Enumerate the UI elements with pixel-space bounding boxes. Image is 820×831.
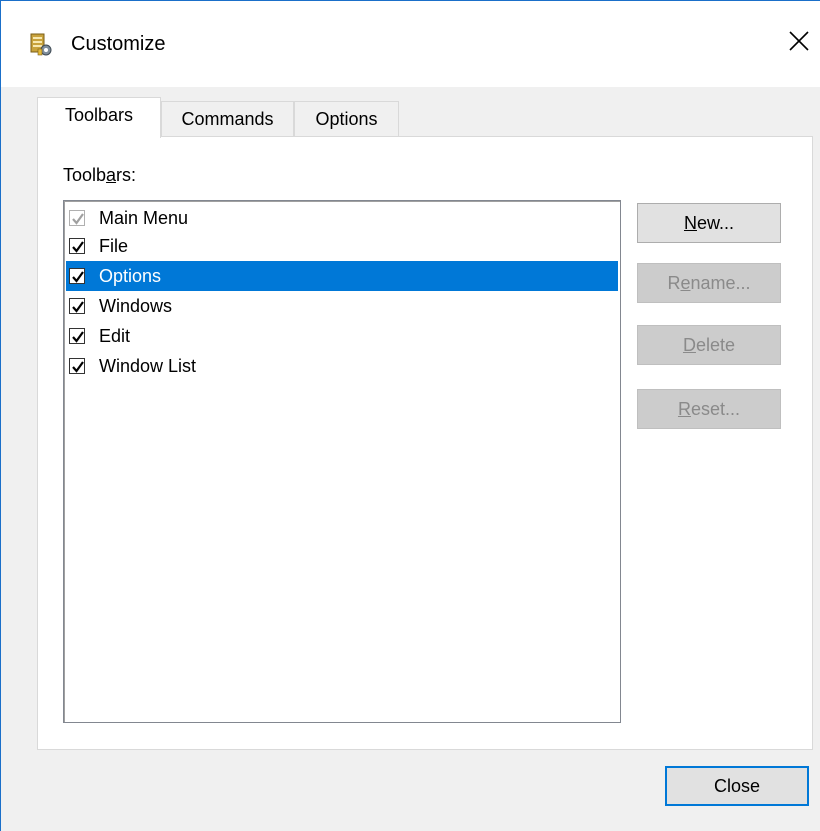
tab-commands[interactable]: Commands (161, 101, 294, 137)
close-button[interactable]: Close (665, 766, 809, 806)
list-item-options[interactable]: Options (66, 261, 618, 291)
checkbox-edit[interactable] (69, 328, 85, 344)
list-item-edit[interactable]: Edit (66, 321, 618, 351)
list-item-label: Options (99, 266, 162, 286)
list-item-main-menu[interactable]: Main Menu (66, 203, 618, 233)
tab-toolbars[interactable]: Toolbars (37, 97, 161, 138)
customize-dialog: Customize Toolbars Commands Options Tool… (0, 0, 820, 831)
list-item-windows[interactable]: Windows (66, 291, 618, 321)
checkbox-file[interactable] (69, 238, 85, 254)
reset-toolbar-button[interactable]: Reset... (637, 389, 781, 429)
customize-app-icon (29, 31, 53, 57)
title-bar[interactable]: Customize (1, 1, 820, 87)
list-item-label: Edit (99, 326, 131, 346)
toolbars-group-label: Toolbars: (63, 165, 137, 185)
list-item-window-list[interactable]: Window List (66, 351, 618, 381)
list-item-label: Window List (99, 356, 197, 376)
toolbars-list[interactable]: Main Menu File Options Windows Edit Wind… (63, 200, 621, 723)
delete-toolbar-button[interactable]: Delete (637, 325, 781, 365)
window-title: Customize (71, 33, 166, 55)
list-item-label: Main Menu (99, 208, 189, 228)
tab-strip: Toolbars Commands Options (37, 97, 777, 138)
checkbox-options[interactable] (69, 268, 85, 284)
tab-options[interactable]: Options (294, 101, 399, 137)
checkbox-main-menu (69, 210, 85, 226)
rename-toolbar-button[interactable]: Rename... (637, 263, 781, 303)
close-window-icon[interactable] (787, 29, 811, 53)
list-item-label: Windows (99, 296, 173, 316)
tab-options-label: Options (315, 109, 378, 129)
list-item-label: File (99, 236, 129, 256)
checkbox-windows[interactable] (69, 298, 85, 314)
tab-toolbars-label: Toolbars (64, 105, 134, 125)
new-toolbar-button[interactable]: New... (637, 203, 781, 243)
checkbox-window-list[interactable] (69, 358, 85, 374)
tab-commands-label: Commands (181, 109, 274, 129)
list-item-file[interactable]: File (66, 231, 618, 261)
